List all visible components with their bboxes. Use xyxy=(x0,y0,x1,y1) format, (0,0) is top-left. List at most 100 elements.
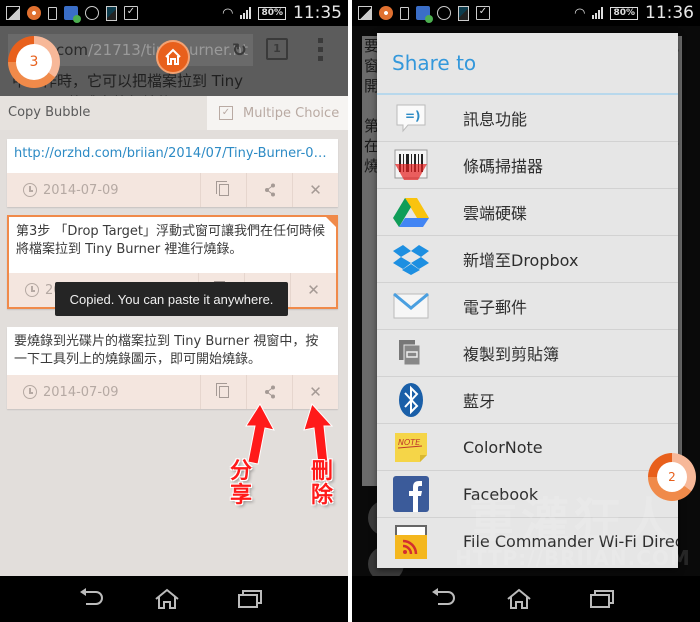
watermark-url: HTTP://BRIIAN.COM xyxy=(455,546,691,570)
gallery-notification-icon xyxy=(6,6,20,20)
battery-indicator: 80% xyxy=(258,6,286,20)
share-item-messaging[interactable]: =) 訊息功能 xyxy=(377,95,678,142)
share-item-label: 複製到剪貼簿 xyxy=(463,345,560,364)
clock-icon xyxy=(23,385,37,399)
clip-date-text: 2014-07-09 xyxy=(43,182,119,198)
home-bubble-button[interactable] xyxy=(156,40,190,74)
share-icon xyxy=(264,385,275,399)
copy-icon xyxy=(215,383,229,398)
recent-apps-icon xyxy=(237,590,262,608)
home-icon xyxy=(507,588,531,609)
share-item-label: 條碼掃描器 xyxy=(463,157,544,176)
clock-icon xyxy=(23,183,37,197)
gallery-notification-icon xyxy=(358,6,372,20)
clock-time: 11:36 xyxy=(645,3,694,23)
wifi-icon: ◠ xyxy=(574,5,586,21)
share-dialog-screen: 要 窗 開 第 在 燒 見 們 行 Share to =) xyxy=(352,26,700,576)
security-shield-icon xyxy=(64,6,81,23)
messaging-icon: =) xyxy=(393,100,429,136)
recent-apps-button[interactable] xyxy=(237,589,277,609)
clock-icon xyxy=(25,283,39,297)
signal-icon xyxy=(240,7,252,19)
security-shield-icon xyxy=(416,6,433,23)
bubble-count-value: 3 xyxy=(16,44,52,80)
copy-bubble-screen: com/21713/tiny-burner.ht ↻ 1 中操作時，它可以把檔案… xyxy=(0,26,348,576)
close-icon: ✕ xyxy=(307,281,320,299)
phone-notification-icon xyxy=(400,6,409,20)
home-button[interactable] xyxy=(506,588,546,610)
recent-apps-button[interactable] xyxy=(589,589,629,609)
clip-link-text[interactable]: http://orzhd.com/briian/2014/07/Tiny-Bur… xyxy=(14,145,331,163)
back-icon xyxy=(432,588,456,605)
back-icon xyxy=(80,588,104,605)
svg-text:NOTE: NOTE xyxy=(398,438,421,447)
watermark-title: 重灌狂人 xyxy=(468,493,677,549)
home-icon xyxy=(165,48,181,65)
navigation-bar xyxy=(352,576,700,622)
device-icon xyxy=(106,5,117,21)
close-icon: ✕ xyxy=(309,181,322,199)
home-icon xyxy=(155,588,179,609)
clock-time: 11:35 xyxy=(293,3,342,23)
browser-menu-icon[interactable] xyxy=(318,38,324,61)
share-button[interactable] xyxy=(246,173,292,207)
clip-card[interactable]: 要燒錄到光碟片的檔案拉到 Tiny Burner 視窗中，按一下工具列上的燒錄圖… xyxy=(7,327,338,409)
facebook-icon xyxy=(393,476,429,512)
close-icon: ✕ xyxy=(309,383,322,401)
clipboard-icon xyxy=(393,335,429,371)
bubble-pointer xyxy=(48,90,64,102)
file-commander-icon xyxy=(393,524,429,560)
clip-date: 2014-07-09 xyxy=(7,385,200,400)
battery-indicator: 80% xyxy=(610,6,638,20)
share-item-dropbox[interactable]: 新增至Dropbox xyxy=(377,236,678,283)
dropbox-icon xyxy=(393,241,429,277)
clip-content[interactable]: http://orzhd.com/briian/2014/07/Tiny-Bur… xyxy=(7,139,338,173)
email-icon xyxy=(393,288,429,324)
reload-icon[interactable]: ↻ xyxy=(232,40,247,61)
wifi-icon: ◠ xyxy=(222,5,234,21)
site-watermark: 重灌狂人 HTTP://BRIIAN.COM xyxy=(448,496,698,570)
copied-toast: Copied. You can paste it anywhere. xyxy=(55,282,288,316)
bubble-count-value: 2 xyxy=(657,462,687,492)
clip-footer: 2014-07-09 ✕ xyxy=(7,375,338,409)
delete-button[interactable]: ✕ xyxy=(292,173,338,207)
alarm-clock-icon xyxy=(85,6,99,20)
url-domain: com xyxy=(56,41,89,59)
copy-button[interactable] xyxy=(200,173,246,207)
alarm-clock-icon xyxy=(437,6,451,20)
navigation-bar xyxy=(0,576,348,622)
delete-button[interactable]: ✕ xyxy=(290,273,336,307)
clip-footer: 2014-07-09 ✕ xyxy=(7,173,338,207)
disc-burner-notification-icon xyxy=(379,6,393,20)
share-item-label: 雲端硬碟 xyxy=(463,204,528,223)
share-item-clipboard[interactable]: 複製到剪貼簿 xyxy=(377,330,678,377)
colornote-icon: NOTE xyxy=(393,429,429,465)
share-item-email[interactable]: 電子郵件 xyxy=(377,283,678,330)
copy-bubble-title: Copy Bubble xyxy=(8,105,91,120)
browser-tabs-button[interactable]: 1 xyxy=(266,38,288,60)
home-button[interactable] xyxy=(154,588,194,610)
status-bar: ✓ ◠ 80% 11:35 xyxy=(0,0,348,26)
clip-date: 2014-07-09 xyxy=(7,183,200,198)
share-item-barcode-scanner[interactable]: 條碼掃描器 xyxy=(377,142,678,189)
share-item-label: 訊息功能 xyxy=(463,110,528,129)
share-item-colornote[interactable]: NOTE ColorNote xyxy=(377,424,678,471)
share-item-google-drive[interactable]: 雲端硬碟 xyxy=(377,189,678,236)
multiple-choice-button[interactable]: ✓ Multipe Choice xyxy=(207,96,348,130)
copy-icon xyxy=(215,181,229,196)
clip-date-text: 2014-07-09 xyxy=(43,384,119,400)
share-item-label: ColorNote xyxy=(463,437,543,457)
signal-icon xyxy=(592,7,604,19)
floating-bubble-count[interactable]: 3 xyxy=(8,36,60,88)
clip-card[interactable]: http://orzhd.com/briian/2014/07/Tiny-Bur… xyxy=(7,139,338,207)
copy-bubble-header: Copy Bubble ✓ Multipe Choice xyxy=(0,96,348,130)
multiple-choice-label: Multipe Choice xyxy=(243,105,340,121)
clip-content[interactable]: 第3步 「Drop Target」浮動式窗可讓我們在任何時候將檔案拉到 Tiny… xyxy=(9,217,336,273)
back-button[interactable] xyxy=(423,587,463,611)
share-annotation-label: 分享 xyxy=(230,459,253,508)
clip-content[interactable]: 要燒錄到光碟片的檔案拉到 Tiny Burner 視窗中，按一下工具列上的燒錄圖… xyxy=(7,327,338,375)
recent-apps-icon xyxy=(589,590,614,608)
bluetooth-icon xyxy=(393,382,429,418)
back-button[interactable] xyxy=(71,587,111,611)
share-item-bluetooth[interactable]: 藍牙 xyxy=(377,377,678,424)
